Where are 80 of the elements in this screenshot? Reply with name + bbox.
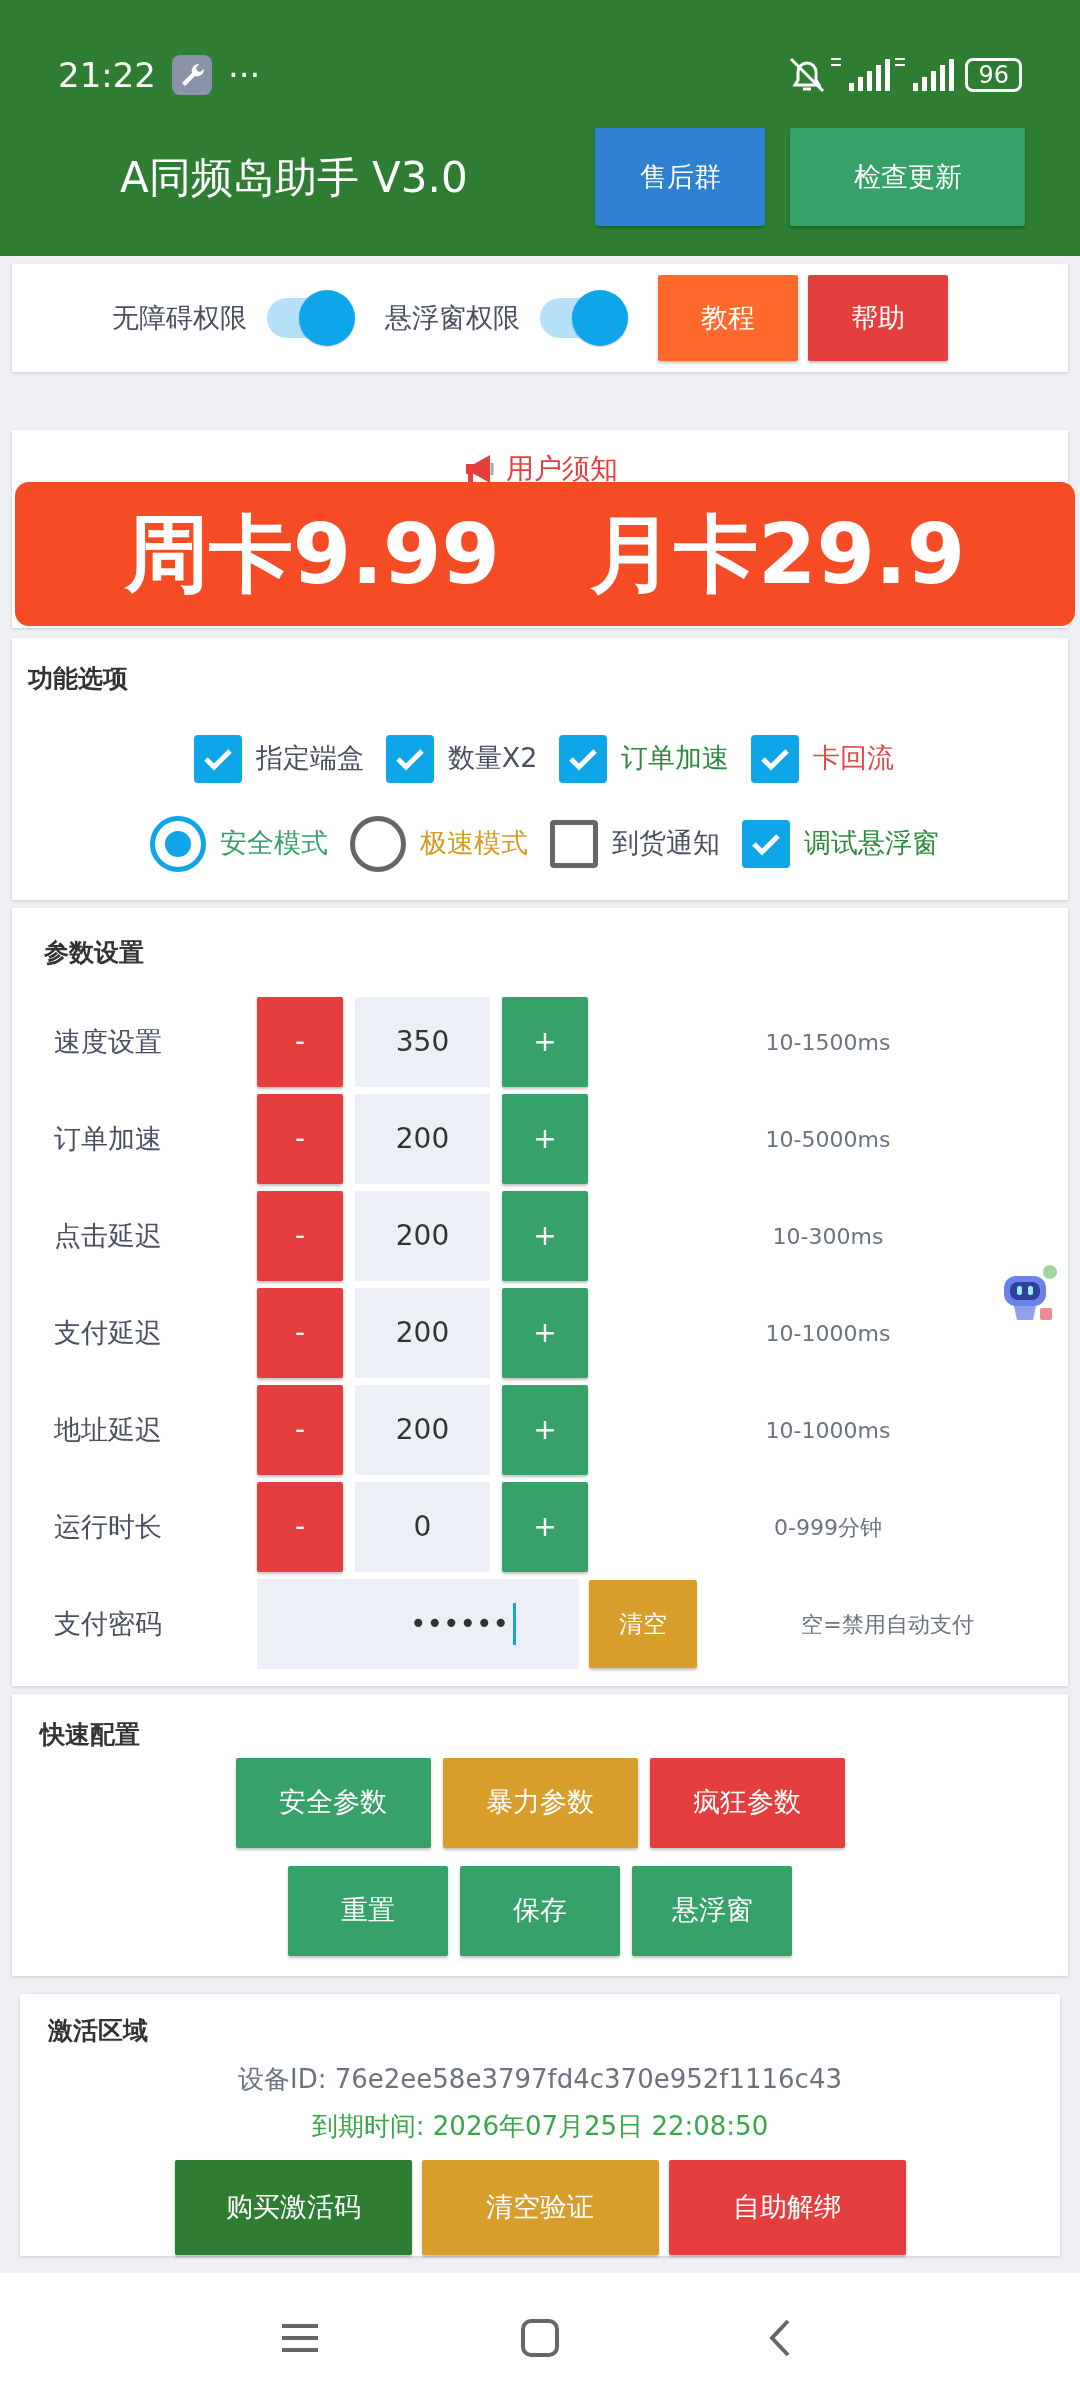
preset-button[interactable]: 悬浮窗 [632, 1865, 792, 1956]
clear-button[interactable]: 清空 [589, 1580, 697, 1668]
parameter-label: 地址延迟 [53, 1412, 163, 1447]
header-button[interactable]: 检查更新 [790, 128, 1025, 226]
parameter-label: 运行时长 [53, 1509, 163, 1544]
preset-button[interactable]: 暴力参数 [442, 1757, 638, 1848]
option-label: 到货通知 [611, 826, 720, 861]
parameter-label: 点击延迟 [53, 1218, 163, 1253]
option-label: 数量X2 [447, 741, 538, 776]
battery-icon: 96 [965, 58, 1022, 92]
toggle-label: 无障碍权限 [112, 300, 247, 335]
increment-button[interactable]: + [502, 997, 588, 1087]
value-field[interactable]: 200 [355, 1094, 490, 1184]
section-title: 快速配置 [38, 1719, 141, 1751]
radio-button[interactable] [149, 815, 206, 872]
range-hint: 0-999分钟 [773, 1513, 883, 1542]
value-field[interactable]: 200 [355, 1288, 490, 1378]
range-hint: 10-5000ms [764, 1125, 892, 1154]
range-hint: 10-1500ms [764, 1028, 892, 1057]
checkbox[interactable] [549, 819, 598, 868]
status-time: 21:22 [58, 53, 156, 97]
range-hint: 10-300ms [771, 1222, 885, 1251]
decrement-button[interactable]: - [257, 1482, 343, 1572]
range-hint: 10-1000ms [764, 1319, 892, 1348]
preset-button[interactable]: 保存 [460, 1865, 620, 1956]
increment-button[interactable]: + [502, 1191, 588, 1281]
parameter-label: 支付密码 [53, 1606, 163, 1641]
app-title: A同频岛助手 V3.0 [120, 151, 469, 204]
activation-button[interactable]: 清空验证 [421, 2159, 659, 2255]
preset-button[interactable]: 重置 [288, 1865, 448, 1956]
preset-button[interactable]: 安全参数 [235, 1757, 431, 1848]
increment-button[interactable]: + [502, 1094, 588, 1184]
permission-button[interactable]: 教程 [658, 275, 798, 361]
hint-text: 空=禁用自动支付 [800, 1610, 975, 1639]
permission-button[interactable]: 帮助 [808, 275, 948, 361]
checkbox[interactable] [193, 734, 242, 783]
more-indicator: ··· [228, 53, 262, 97]
notice-title: 用户须知 [506, 451, 618, 487]
checkbox[interactable] [751, 734, 800, 783]
increment-button[interactable]: + [502, 1288, 588, 1378]
checkbox[interactable] [741, 819, 790, 868]
decrement-button[interactable]: - [257, 997, 343, 1087]
checkbox[interactable] [385, 734, 434, 783]
password-field[interactable]: •••••• [257, 1579, 579, 1669]
wrench-icon [172, 55, 212, 95]
parameter-label: 订单加速 [53, 1121, 163, 1156]
header-button[interactable]: 售后群 [595, 128, 765, 226]
parameter-label: 速度设置 [53, 1024, 163, 1059]
range-hint: 10-1000ms [764, 1416, 892, 1445]
value-field[interactable]: 200 [355, 1385, 490, 1475]
option-label: 订单加速 [621, 741, 730, 776]
decrement-button[interactable]: - [257, 1191, 343, 1281]
value-field[interactable]: 200 [355, 1191, 490, 1281]
preset-button[interactable]: 疯狂参数 [649, 1757, 845, 1848]
device-id: 设备ID: 76e2ee58e3797fd4c370e952f1116c43 [237, 2062, 843, 2096]
option-label: 极速模式 [419, 826, 528, 861]
parameter-label: 支付延迟 [53, 1315, 163, 1350]
decrement-button[interactable]: - [257, 1288, 343, 1378]
option-label: 安全模式 [219, 826, 328, 861]
section-title: 激活区域 [47, 2015, 149, 2047]
option-label: 卡回流 [813, 741, 895, 776]
home-icon [520, 2318, 560, 2358]
promo-price: 周卡9.99 [124, 504, 500, 605]
radio-button[interactable] [349, 815, 406, 872]
decrement-button[interactable]: - [257, 1094, 343, 1184]
value-field[interactable]: 0 [355, 1482, 490, 1572]
increment-button[interactable]: + [502, 1482, 588, 1572]
option-label: 调试悬浮窗 [803, 826, 939, 861]
checkbox[interactable] [559, 734, 608, 783]
section-title: 参数设置 [43, 937, 145, 969]
increment-button[interactable]: + [502, 1385, 588, 1475]
expiry-time: 到期时间: 2026年07月25日 22:08:50 [310, 2109, 770, 2143]
activation-button[interactable]: 购买激活码 [174, 2159, 412, 2255]
activation-button[interactable]: 自助解绑 [668, 2159, 906, 2255]
toggle-label: 悬浮窗权限 [385, 300, 520, 335]
section-title: 功能选项 [28, 663, 129, 695]
promo-price: 月卡29.9 [590, 504, 966, 605]
option-label: 指定端盒 [255, 741, 364, 776]
value-field[interactable]: 350 [355, 997, 490, 1087]
decrement-button[interactable]: - [257, 1385, 343, 1475]
